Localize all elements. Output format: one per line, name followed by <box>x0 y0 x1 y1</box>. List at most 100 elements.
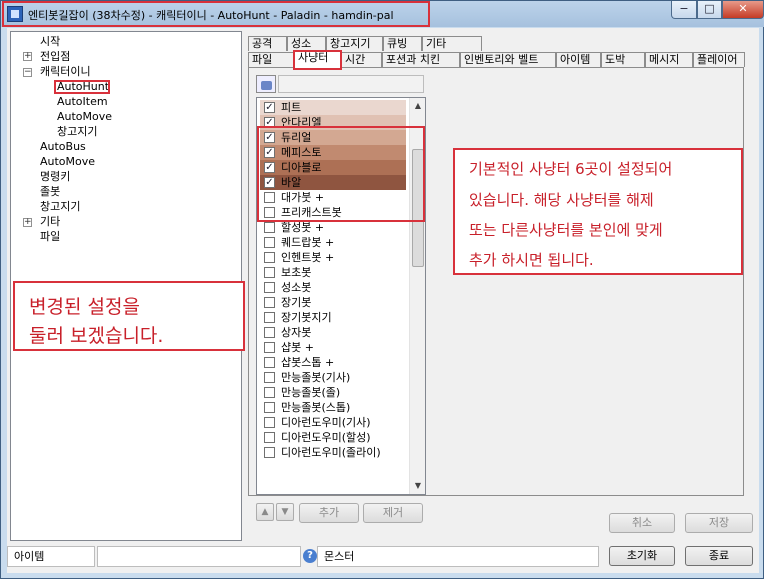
tab-file[interactable]: 파일 <box>248 52 294 67</box>
move-up-button[interactable]: ▲ <box>256 503 274 521</box>
maximize-button[interactable]: □ <box>697 1 722 19</box>
list-item-label: 만능졸봇(졸) <box>281 386 341 399</box>
tab-item[interactable]: 아이템 <box>556 52 601 67</box>
save-button[interactable]: 저장 <box>685 513 753 533</box>
checkbox[interactable] <box>264 372 275 383</box>
title-highlight <box>2 1 430 27</box>
list-item[interactable]: 만능졸봇(졸) <box>260 385 406 400</box>
list-item[interactable]: 디아런도우미(졸라이) <box>260 445 406 460</box>
checkbox[interactable] <box>264 447 275 458</box>
checkbox[interactable] <box>264 387 275 398</box>
list-item[interactable]: 장기봇지기 <box>260 310 406 325</box>
move-down-button[interactable]: ▼ <box>276 503 294 521</box>
list-item[interactable]: 할성봇 + <box>260 220 406 235</box>
main-window: 엔티봇길잡이 (38차수정) - 캐릭터이니 - AutoHunt - Pala… <box>0 0 764 579</box>
title-bar[interactable]: 엔티봇길잡이 (38차수정) - 캐릭터이니 - AutoHunt - Pala… <box>1 1 764 27</box>
list-item-label: 할성봇 + <box>281 221 325 234</box>
list-item[interactable]: 샵봇 + <box>260 340 406 355</box>
tab-time[interactable]: 시간 <box>341 52 382 67</box>
tree-item-etc[interactable]: 기타 <box>40 214 60 229</box>
list-item[interactable]: 샵봇스톱 + <box>260 355 406 370</box>
checkbox[interactable] <box>264 237 275 248</box>
active-tab-highlight <box>293 50 342 70</box>
tree-item-autoitem[interactable]: AutoItem <box>57 94 108 109</box>
tab-inventory-belt[interactable]: 인벤토리와 벨트 <box>460 52 556 67</box>
list-item-label: 보초봇 <box>281 266 312 279</box>
note-line4: 추가 하시면 됩니다. <box>469 251 594 269</box>
scroll-down-icon[interactable]: ▼ <box>410 478 425 494</box>
checkbox[interactable] <box>264 312 275 323</box>
tree-item-hotkeys[interactable]: 명령키 <box>40 169 70 184</box>
settings-tree[interactable]: 시작 + 전입점 − 캐릭터이니 AutoHunt AutoItem AutoM… <box>10 31 245 541</box>
spellcheck-icon[interactable] <box>256 75 276 93</box>
tab-message[interactable]: 메시지 <box>645 52 693 67</box>
tree-item-storage-root[interactable]: 창고지기 <box>40 199 80 214</box>
add-button[interactable]: 추가 <box>299 503 359 523</box>
list-item[interactable]: 만능졸봇(기사) <box>260 370 406 385</box>
tree-item-transfer[interactable]: 전입점 <box>40 49 70 64</box>
tab-potion-chicken[interactable]: 포션과 치킨 <box>382 52 460 67</box>
tab-storage[interactable]: 창고지기 <box>326 36 383 51</box>
list-item[interactable]: 만능졸봇(스톱) <box>260 400 406 415</box>
tree-item-autobus[interactable]: AutoBus <box>40 139 86 154</box>
tree-item-jolbot[interactable]: 졸봇 <box>40 184 60 199</box>
tab-etc[interactable]: 기타 <box>422 36 482 51</box>
checkbox[interactable] <box>264 252 275 263</box>
tree-item-automove[interactable]: AutoMove <box>57 109 112 124</box>
list-item-label: 디아런도우미(할성) <box>281 431 371 444</box>
list-item[interactable]: 퀘드랍봇 + <box>260 235 406 250</box>
list-item[interactable]: 장기봇 <box>260 295 406 310</box>
checkbox[interactable] <box>264 267 275 278</box>
tree-item-automove-root[interactable]: AutoMove <box>40 154 95 169</box>
autohunt-highlight <box>54 80 110 94</box>
list-item[interactable]: 인헨트봇 + <box>260 250 406 265</box>
checkbox[interactable] <box>264 357 275 368</box>
tree-item-start[interactable]: 시작 <box>40 34 60 49</box>
tree-item-character[interactable]: 캐릭터이니 <box>40 64 91 79</box>
tree-item-storage[interactable]: 창고지기 <box>57 124 97 139</box>
collapse-icon[interactable]: − <box>23 68 32 77</box>
reset-button[interactable]: 초기화 <box>609 546 675 566</box>
cancel-button[interactable]: 취소 <box>609 513 675 533</box>
checkbox[interactable] <box>264 327 275 338</box>
checkbox[interactable] <box>264 297 275 308</box>
hunt-name-field[interactable] <box>278 75 424 93</box>
tab-cubing[interactable]: 큐빙 <box>383 36 422 51</box>
list-item[interactable]: 성소봇 <box>260 280 406 295</box>
list-item[interactable]: 디아런도우미(할성) <box>260 430 406 445</box>
checkbox[interactable] <box>264 282 275 293</box>
list-item-label: 만능졸봇(기사) <box>281 371 351 384</box>
tab-gamble[interactable]: 도박 <box>601 52 645 67</box>
help-icon[interactable]: ? <box>303 549 317 563</box>
checkbox[interactable] <box>264 222 275 233</box>
close-button[interactable]: ✕ <box>722 1 764 19</box>
list-item[interactable]: 상자봇 <box>260 325 406 340</box>
right-annotation: 기본적인 사냥터 6곳이 설정되어 있습니다. 해당 사냥터를 해제 또는 다른… <box>453 148 743 275</box>
exit-button[interactable]: 종료 <box>685 546 753 566</box>
tab-player[interactable]: 플레이어 <box>693 52 745 67</box>
list-item[interactable]: 보초봇 <box>260 265 406 280</box>
list-item[interactable]: 디아런도우미(기사) <box>260 415 406 430</box>
minimize-button[interactable]: − <box>671 1 697 19</box>
remove-button[interactable]: 제거 <box>363 503 423 523</box>
list-item-label: 샵봇스톱 + <box>281 356 335 369</box>
list-item[interactable]: ✓ 피트 <box>260 100 406 115</box>
checkbox[interactable] <box>264 342 275 353</box>
list-item-label: 피트 <box>281 101 302 114</box>
tab-attack[interactable]: 공격 <box>248 36 287 51</box>
list-item-label: 장기봇지기 <box>281 311 332 324</box>
tree-item-file[interactable]: 파일 <box>40 229 60 244</box>
expand-icon[interactable]: + <box>23 218 32 227</box>
expand-icon[interactable]: + <box>23 52 32 61</box>
list-item-label: 인헨트봇 + <box>281 251 335 264</box>
checkbox[interactable] <box>264 432 275 443</box>
checkbox[interactable] <box>264 402 275 413</box>
note-line3: 또는 다른사냥터를 본인에 맞게 <box>469 221 663 239</box>
client-area: 시작 + 전입점 − 캐릭터이니 AutoHunt AutoItem AutoM… <box>7 28 759 573</box>
list-item-label: 만능졸봇(스톱) <box>281 401 351 414</box>
tab-shrine[interactable]: 성소 <box>287 36 326 51</box>
checkbox[interactable] <box>264 417 275 428</box>
note-line2: 있습니다. 해당 사냥터를 해제 <box>469 191 654 209</box>
checkbox[interactable]: ✓ <box>264 102 275 113</box>
scroll-up-icon[interactable]: ▲ <box>410 98 425 114</box>
